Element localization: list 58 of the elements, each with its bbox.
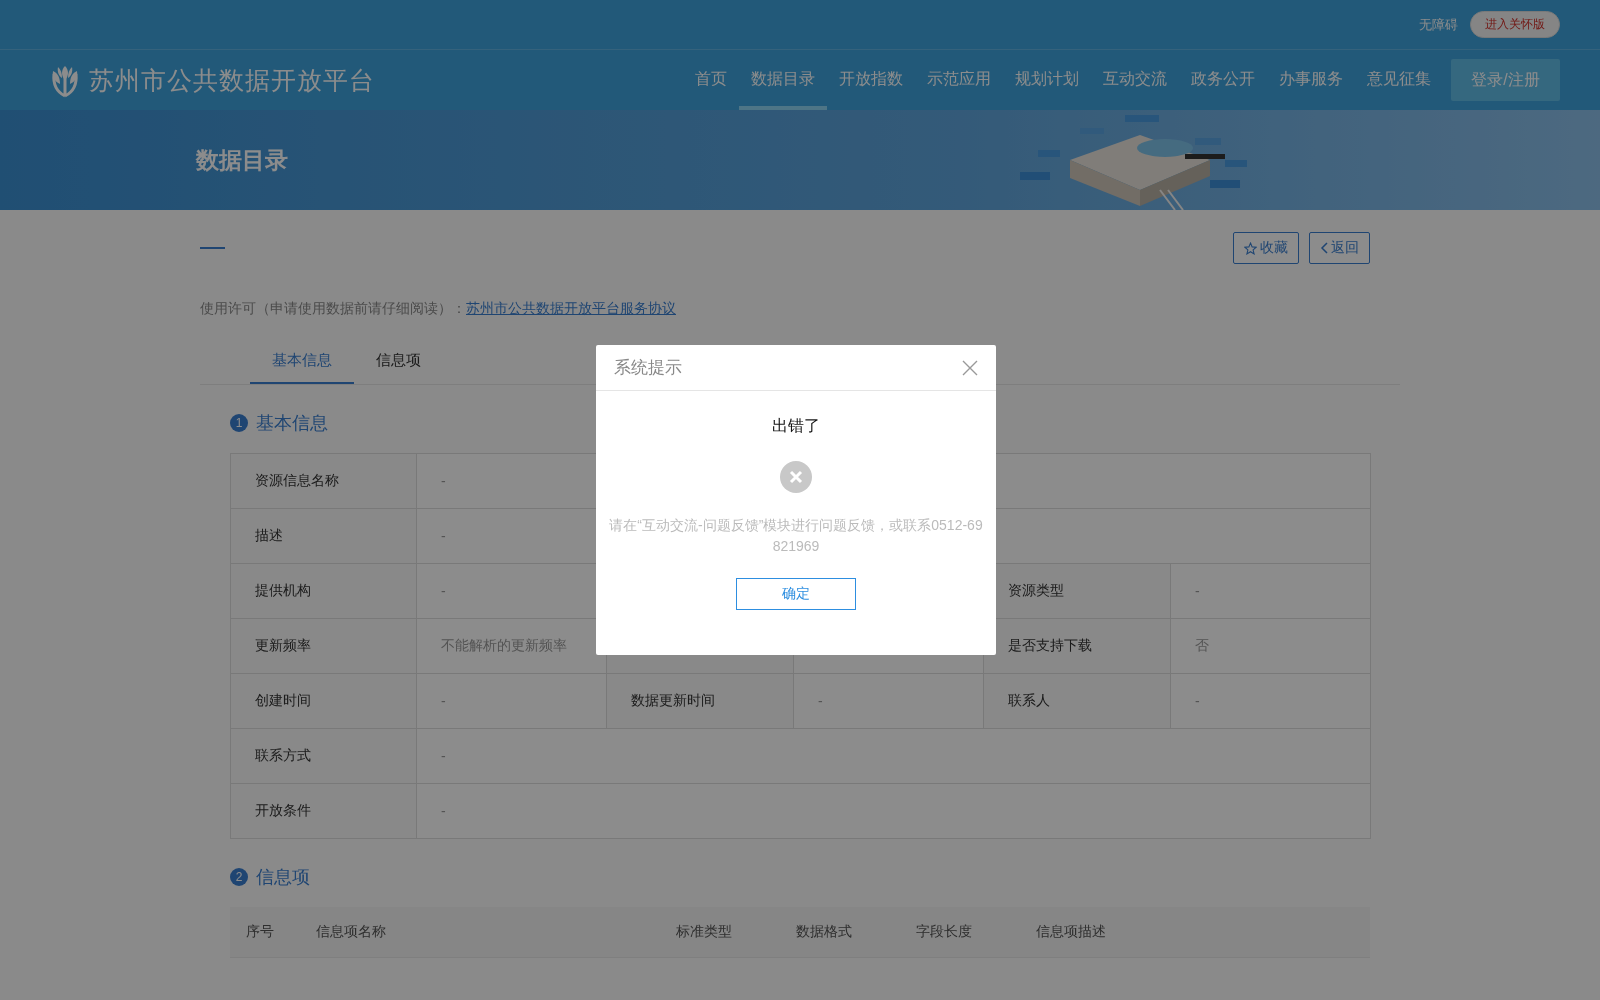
error-icon bbox=[780, 461, 812, 493]
step-number: 2 bbox=[230, 868, 248, 886]
field-value: - bbox=[441, 693, 446, 709]
favorite-button[interactable]: 收藏 bbox=[1233, 232, 1299, 264]
tab[interactable]: 信息项 bbox=[354, 338, 443, 384]
section-title: 信息项 bbox=[256, 866, 310, 889]
field-label: 联系方式 bbox=[255, 747, 311, 763]
title-underline bbox=[200, 247, 225, 249]
field-label: 描述 bbox=[255, 527, 283, 543]
column-header: 信息项描述 bbox=[1036, 923, 1107, 941]
field-value: - bbox=[1195, 693, 1200, 709]
field-value: - bbox=[441, 748, 446, 764]
section-title: 基本信息 bbox=[256, 412, 328, 435]
field-value: - bbox=[441, 583, 446, 599]
field-label: 数据更新时间 bbox=[631, 692, 715, 708]
login-button[interactable]: 登录/注册 bbox=[1451, 59, 1560, 101]
nav-item[interactable]: 办事服务 bbox=[1267, 50, 1355, 110]
field-label: 提供机构 bbox=[255, 582, 311, 598]
field-value: - bbox=[1195, 583, 1200, 599]
site-title: 苏州市公共数据开放平台 bbox=[89, 65, 375, 96]
field-value: - bbox=[441, 473, 446, 489]
field-value: - bbox=[441, 528, 446, 544]
confirm-button[interactable]: 确定 bbox=[736, 578, 856, 610]
field-label: 创建时间 bbox=[255, 692, 311, 708]
close-icon[interactable] bbox=[962, 359, 978, 376]
agreement-link[interactable]: 苏州市公共数据开放平台服务协议 bbox=[466, 300, 676, 316]
dialog-heading: 出错了 bbox=[772, 416, 820, 436]
star-icon bbox=[1244, 241, 1257, 255]
column-header: 标准类型 bbox=[676, 923, 733, 941]
column-header: 信息项名称 bbox=[316, 923, 387, 941]
field-value: - bbox=[818, 693, 823, 709]
nav-item[interactable]: 政务公开 bbox=[1179, 50, 1267, 110]
nav-item[interactable]: 示范应用 bbox=[915, 50, 1003, 110]
field-label: 联系人 bbox=[1008, 692, 1050, 708]
field-label: 资源类型 bbox=[1008, 582, 1064, 598]
nav-item[interactable]: 意见征集 bbox=[1355, 50, 1443, 110]
accessibility-link[interactable]: 无障碍 bbox=[1419, 15, 1458, 34]
field-label: 更新频率 bbox=[255, 637, 311, 653]
license-label: 使用许可（申请使用数据前请仔细阅读）： bbox=[200, 300, 466, 316]
nav-item[interactable]: 互动交流 bbox=[1091, 50, 1179, 110]
field-label: 是否支持下载 bbox=[1008, 637, 1092, 653]
field-label: 开放条件 bbox=[255, 802, 311, 818]
error-message: 请在“互动交流-问题反馈”模块进行问题反馈，或联系0512-69821969 bbox=[608, 516, 984, 556]
page-title: 数据目录 bbox=[196, 145, 288, 175]
column-header: 数据格式 bbox=[796, 923, 853, 941]
column-header: 序号 bbox=[245, 923, 275, 941]
field-label: 资源信息名称 bbox=[255, 472, 339, 488]
back-button[interactable]: 返回 bbox=[1309, 232, 1370, 264]
column-header: 字段长度 bbox=[916, 923, 973, 941]
nav-item[interactable]: 规划计划 bbox=[1003, 50, 1091, 110]
dialog-title: 系统提示 bbox=[614, 357, 682, 379]
nav-item[interactable]: 首页 bbox=[683, 50, 739, 110]
care-mode-button[interactable]: 进入关怀版 bbox=[1470, 11, 1560, 38]
field-value: - bbox=[441, 803, 446, 819]
step-number: 1 bbox=[230, 414, 248, 432]
nav-item[interactable]: 开放指数 bbox=[827, 50, 915, 110]
tab[interactable]: 基本信息 bbox=[250, 338, 354, 384]
chevron-left-icon bbox=[1320, 242, 1328, 254]
